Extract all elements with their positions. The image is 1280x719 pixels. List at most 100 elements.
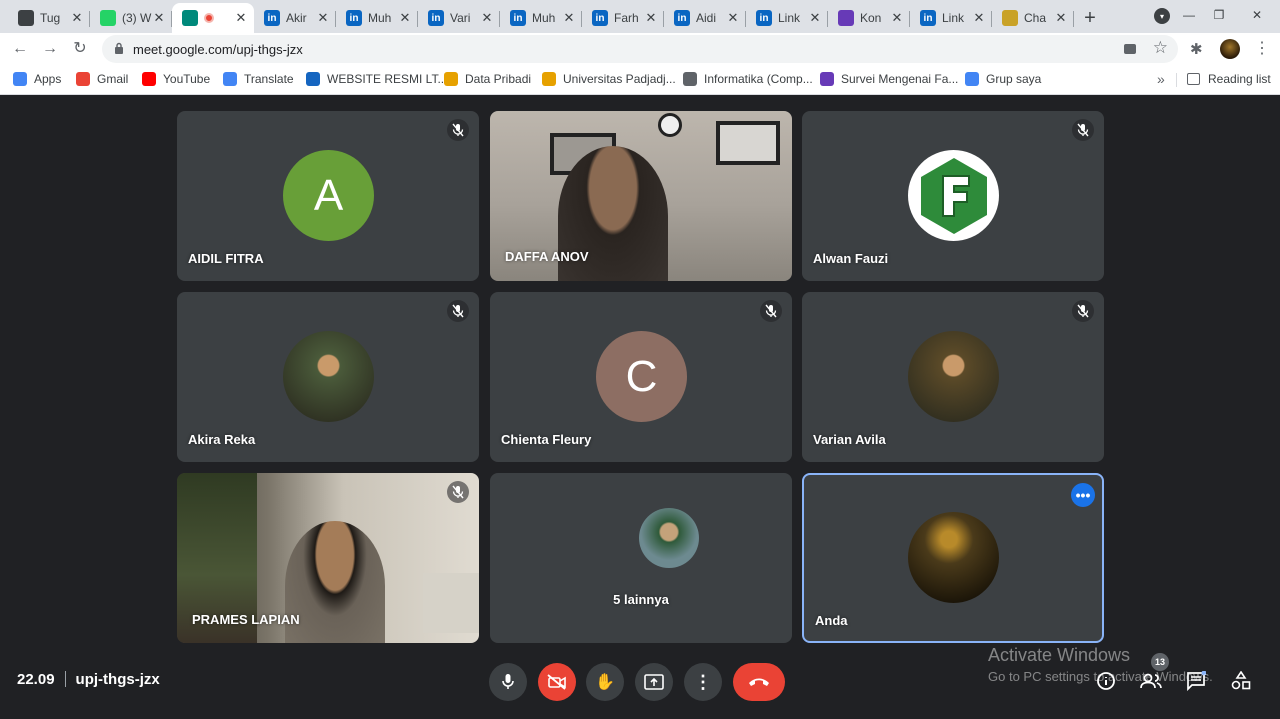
bookmark-item[interactable]: Gmail: [76, 72, 128, 86]
profile-avatar[interactable]: [1220, 39, 1240, 59]
browser-tab[interactable]: in Akir ✕: [254, 3, 336, 33]
close-window-button[interactable]: ✕: [1234, 0, 1280, 30]
recording-dot-icon: [204, 13, 214, 23]
participant-tile[interactable]: DAFFA ANOV: [490, 111, 792, 281]
microphone-icon: [502, 674, 514, 689]
tile-options-icon[interactable]: •••: [1071, 483, 1095, 507]
restore-button[interactable]: ❐: [1204, 0, 1234, 30]
bookmark-item[interactable]: Informatika (Comp...: [683, 72, 813, 86]
more-options-button[interactable]: ⋮: [684, 663, 722, 701]
participant-tile[interactable]: Varian Avila: [802, 292, 1104, 462]
activation-subtitle: Go to PC settings to activate Windows.: [988, 669, 1213, 684]
bookmark-item[interactable]: Apps: [13, 72, 61, 86]
close-tab-icon[interactable]: ✕: [70, 10, 84, 26]
close-tab-icon[interactable]: ✕: [316, 10, 330, 26]
more-vert-icon: ⋮: [694, 671, 712, 692]
participant-tile[interactable]: A AIDIL FITRA: [177, 111, 479, 281]
participant-tile[interactable]: PRAMES LAPIAN: [177, 473, 479, 643]
more-bookmarks-icon[interactable]: »: [1157, 71, 1165, 87]
classroom-icon: [18, 10, 34, 26]
browser-tab[interactable]: Cha ✕: [992, 3, 1074, 33]
participant-tile[interactable]: Akira Reka: [177, 292, 479, 462]
activation-title: Activate Windows: [988, 645, 1131, 665]
participant-tile[interactable]: C Chienta Fleury: [490, 292, 792, 462]
url-text[interactable]: meet.google.com/upj-thgs-jzx: [133, 42, 303, 57]
address-bar[interactable]: meet.google.com/upj-thgs-jzx ☆: [102, 35, 1178, 63]
close-tab-icon[interactable]: ✕: [234, 10, 248, 26]
extensions-puzzle-icon[interactable]: ✱: [1190, 40, 1203, 58]
raise-hand-button[interactable]: ✋: [586, 663, 624, 701]
browser-tab[interactable]: Tug ✕: [8, 3, 90, 33]
window-controls: — ❐ ✕: [1174, 0, 1280, 30]
reading-list-button[interactable]: Reading list: [1187, 72, 1271, 86]
chainlink-icon: [1002, 10, 1018, 26]
bookmark-star-icon[interactable]: ☆: [1153, 38, 1168, 58]
bookmark-label: Universitas Padjadj...: [563, 72, 676, 86]
bookmark-item[interactable]: Translate: [223, 72, 294, 86]
bookmark-item[interactable]: YouTube: [142, 72, 210, 86]
participant-tile[interactable]: 5 lainnya: [490, 473, 792, 643]
browser-tab[interactable]: in Link ✕: [746, 3, 828, 33]
close-tab-icon[interactable]: ✕: [890, 10, 904, 26]
minimize-button[interactable]: —: [1174, 0, 1204, 30]
browser-tab[interactable]: Kon ✕: [828, 3, 910, 33]
bookmark-label: Informatika (Comp...: [704, 72, 813, 86]
present-screen-button[interactable]: [635, 663, 673, 701]
tab-title: Vari: [450, 11, 471, 25]
close-tab-icon[interactable]: ✕: [152, 10, 166, 26]
bookmark-item[interactable]: Grup saya: [965, 72, 1041, 86]
browser-tab[interactable]: (3) W ✕: [90, 3, 172, 33]
translate-icon: [223, 72, 237, 86]
new-tab-button[interactable]: +: [1074, 3, 1106, 33]
muted-mic-icon: [760, 300, 782, 322]
close-tab-icon[interactable]: ✕: [398, 10, 412, 26]
meeting-code[interactable]: upj-thgs-jzx: [76, 671, 160, 688]
bookmark-item[interactable]: WEBSITE RESMI LT...: [306, 72, 447, 86]
bookmarks-bar: Apps Gmail YouTube Translate WEBSITE RESMI L…: [0, 65, 1280, 95]
close-tab-icon[interactable]: ✕: [562, 10, 576, 26]
browser-menu-icon[interactable]: ⋮: [1254, 38, 1270, 58]
leave-call-button[interactable]: [733, 663, 785, 701]
browser-tab[interactable]: in Vari ✕: [418, 3, 500, 33]
lock-icon[interactable]: [114, 42, 124, 54]
browser-tab[interactable]: ✕: [172, 3, 254, 33]
participant-name: Alwan Fauzi: [813, 251, 889, 266]
bookmark-item[interactable]: Universitas Padjadj...: [542, 72, 676, 86]
close-tab-icon[interactable]: ✕: [972, 10, 986, 26]
participant-tile[interactable]: ••• Anda: [802, 473, 1104, 643]
bookmark-label: YouTube: [163, 72, 211, 86]
reload-button[interactable]: ↻: [70, 39, 90, 59]
camera-in-use-icon[interactable]: [1124, 44, 1136, 54]
browser-tab[interactable]: in Farh ✕: [582, 3, 664, 33]
muted-mic-icon: [1072, 119, 1094, 141]
avatar-letter: A: [313, 170, 344, 220]
close-tab-icon[interactable]: ✕: [726, 10, 740, 26]
close-tab-icon[interactable]: ✕: [644, 10, 658, 26]
activities-button[interactable]: [1228, 668, 1254, 694]
windows-activation-watermark: Activate Windows Go to PC settings to ac…: [988, 645, 1213, 684]
browser-toolbar: ← → ↻ meet.google.com/upj-thgs-jzx ☆: [0, 33, 1280, 65]
bookmarks-divider: [1176, 73, 1177, 87]
microphone-button[interactable]: [489, 663, 527, 701]
muted-mic-icon: [447, 481, 469, 503]
hang-up-icon: [749, 678, 769, 686]
browser-tab[interactable]: in Muh ✕: [336, 3, 418, 33]
tab-search-icon[interactable]: ▾: [1154, 8, 1170, 24]
bookmark-item[interactable]: Data Pribadi: [444, 72, 531, 86]
bookmark-item[interactable]: Survei Mengenai Fa...: [820, 72, 958, 86]
browser-tab[interactable]: in Muh ✕: [500, 3, 582, 33]
participant-tile[interactable]: Alwan Fauzi: [802, 111, 1104, 281]
reading-list-label: Reading list: [1208, 72, 1271, 86]
close-tab-icon[interactable]: ✕: [808, 10, 822, 26]
camera-off-button[interactable]: [538, 663, 576, 701]
forward-button[interactable]: →: [40, 39, 60, 59]
participant-avatar: [908, 150, 999, 241]
linkedin-icon: in: [264, 10, 280, 26]
linkedin-icon: in: [592, 10, 608, 26]
browser-tab[interactable]: in Link ✕: [910, 3, 992, 33]
close-tab-icon[interactable]: ✕: [480, 10, 494, 26]
avatar-letter: C: [625, 351, 658, 401]
back-button[interactable]: ←: [10, 39, 30, 59]
close-tab-icon[interactable]: ✕: [1054, 10, 1068, 26]
browser-tab[interactable]: in Aidi ✕: [664, 3, 746, 33]
